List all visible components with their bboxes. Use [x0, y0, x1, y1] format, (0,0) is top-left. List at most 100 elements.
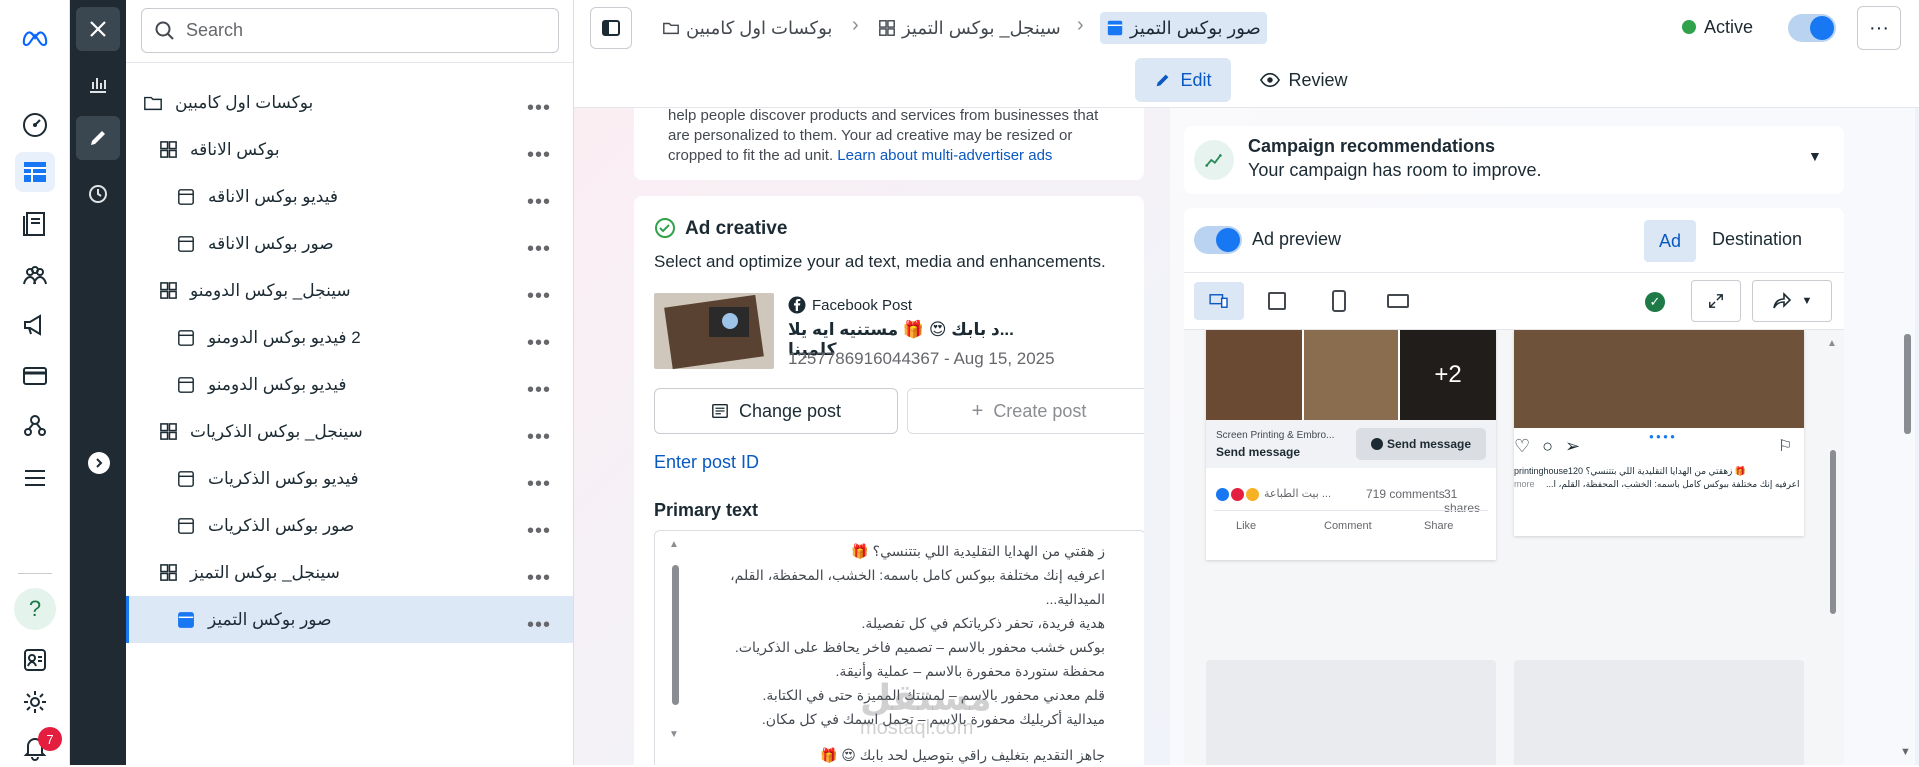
mobile-story-icon[interactable] [1332, 290, 1346, 312]
share-preview-button[interactable]: ▼ [1752, 280, 1832, 322]
adset-grid-icon [879, 20, 895, 36]
ad-preview-toggle[interactable] [1194, 226, 1242, 254]
chevron-down-icon[interactable]: ▼ [1808, 148, 1822, 164]
recommendations-title: Campaign recommendations [1248, 136, 1496, 156]
tree-item-ad[interactable]: صور بوكس التميز ••• [126, 596, 573, 643]
section-complete-check-icon [655, 218, 675, 238]
create-post-button[interactable]: + Create post [907, 388, 1144, 434]
all-placements-icon[interactable] [1194, 282, 1244, 320]
landscape-icon[interactable] [1387, 294, 1409, 308]
campaign-recommendations-card[interactable]: Campaign recommendations Your campaign h… [1184, 126, 1844, 194]
ads-manager-table-icon[interactable] [15, 152, 55, 192]
status-label: Active [1704, 17, 1754, 37]
enter-post-id-link[interactable]: Enter post ID [654, 452, 759, 473]
catalog-icon[interactable] [15, 204, 55, 244]
more-options-icon[interactable]: ••• [527, 191, 551, 214]
ig-actions[interactable]: ♡ ○ ➢ [1514, 436, 1580, 457]
ad-creative-title: Ad creative [685, 218, 788, 239]
breadcrumb-chevron-icon: › [1077, 14, 1084, 36]
business-settings-icon[interactable] [15, 406, 55, 446]
ad-creative-card: Ad creative Select and optimize your ad … [634, 196, 1144, 765]
placements-text: help people discover products and servic… [668, 108, 1099, 164]
multi-advertiser-link[interactable]: Learn about multi-advertiser ads [837, 147, 1052, 164]
breadcrumb-adset[interactable]: سينجل_ بوكس التميز [872, 12, 1067, 44]
more-options-icon[interactable]: ••• [527, 379, 551, 402]
folder-icon [141, 91, 165, 115]
tree-item-adset[interactable]: سينجل_ بوكس التميز ••• [126, 549, 573, 596]
tree-item-label: فيديو بوكس الذكريات [208, 468, 359, 488]
more-options-icon[interactable]: ••• [527, 520, 551, 543]
more-options-button[interactable]: ··· [1857, 6, 1901, 50]
fb-like-button[interactable]: Like [1236, 520, 1256, 532]
dashboard-icon[interactable] [15, 105, 55, 145]
send-icon[interactable]: ➢ [1565, 436, 1580, 457]
bookmark-icon[interactable]: ⚐ [1778, 436, 1792, 456]
settings-gear-icon[interactable] [15, 682, 55, 722]
post-thumbnail [654, 293, 774, 369]
more-options-icon[interactable]: ••• [527, 614, 551, 637]
main-scrollbar[interactable]: ▲ ▼ [1900, 108, 1914, 764]
ig-more-link[interactable]: more [1514, 479, 1535, 489]
menu-icon[interactable] [15, 458, 55, 498]
audiences-icon[interactable] [15, 256, 55, 296]
tree-item-adset[interactable]: بوكس الاناقه ••• [126, 126, 573, 173]
meta-logo-icon[interactable] [15, 18, 55, 58]
campaign-megaphone-icon[interactable] [15, 305, 55, 345]
tree-item-adset[interactable]: سينجل_ بوكس الدومنو ••• [126, 267, 573, 314]
tree-item-label: بوكسات اول كامبين [175, 92, 314, 112]
account-quality-icon[interactable] [15, 640, 55, 680]
ad-icon [174, 373, 198, 397]
preview-tab-destination[interactable]: Destination [1712, 229, 1802, 250]
expand-preview-button[interactable] [1691, 280, 1741, 322]
tree-item-ad[interactable]: فيديو بوكس الاناقه ••• [126, 173, 573, 220]
more-options-icon[interactable]: ••• [527, 332, 551, 355]
breadcrumb-ad[interactable]: صور بوكس التميز [1100, 12, 1267, 44]
comment-bubble-icon[interactable]: ○ [1542, 436, 1553, 457]
ad-status-toggle[interactable] [1788, 14, 1836, 42]
tree-divider [126, 62, 573, 63]
edit-pencil-icon[interactable] [76, 116, 120, 160]
tab-edit[interactable]: Edit [1135, 58, 1231, 102]
adset-grid-icon [156, 561, 180, 585]
search-input[interactable]: Search [141, 8, 559, 53]
performance-chart-icon[interactable] [76, 62, 120, 106]
toggle-sidebar-button[interactable] [590, 7, 632, 49]
more-options-icon[interactable]: ••• [527, 144, 551, 167]
tree-item-label: 2 فيديو بوكس الدومنو [208, 327, 361, 347]
expand-icon [1709, 294, 1723, 308]
change-post-button[interactable]: Change post [654, 388, 898, 434]
tree-item-campaign[interactable]: بوكسات اول كامبين ••• [126, 79, 573, 126]
billing-card-icon[interactable] [15, 356, 55, 396]
history-clock-icon[interactable] [76, 172, 120, 216]
close-editor-button[interactable] [76, 7, 120, 51]
tree-item-ad[interactable]: فيديو بوكس الذكريات ••• [126, 455, 573, 502]
tree-item-label: صور بوكس التميز [208, 609, 332, 629]
tree-item-ad[interactable]: 2 فيديو بوكس الدومنو ••• [126, 314, 573, 361]
fb-send-message-button[interactable]: Send message [1356, 428, 1486, 460]
more-images-count: +2 [1400, 330, 1496, 420]
rail-divider [18, 573, 52, 574]
more-options-icon[interactable]: ••• [527, 285, 551, 308]
preview-tab-ad[interactable]: Ad [1644, 220, 1696, 262]
primary-text-area[interactable]: ▲ ▼ ز هقتي من الهدايا التقليدية اللي بتت… [654, 530, 1144, 765]
more-options-icon[interactable]: ••• [527, 426, 551, 449]
fb-share-button[interactable]: Share [1424, 520, 1453, 532]
feed-square-icon[interactable] [1268, 292, 1286, 310]
fb-comment-button[interactable]: Comment [1324, 520, 1372, 532]
post-icon [712, 403, 728, 419]
preview-scrollbar[interactable]: ▲ [1827, 338, 1839, 758]
help-icon[interactable]: ? [14, 588, 56, 630]
breadcrumb-campaign[interactable]: بوكسات اول كامبين [656, 12, 838, 44]
tree-item-ad[interactable]: فيديو بوكس الدومنو ••• [126, 361, 573, 408]
more-options-icon[interactable]: ••• [527, 238, 551, 261]
more-options-icon[interactable]: ••• [527, 473, 551, 496]
tab-review[interactable]: Review [1250, 58, 1358, 102]
heart-icon[interactable]: ♡ [1514, 436, 1530, 457]
tree-item-adset[interactable]: سينجل_ بوكس الذكريات ••• [126, 408, 573, 455]
more-options-icon[interactable]: ••• [527, 97, 551, 120]
textarea-scrollbar[interactable]: ▲ ▼ [669, 539, 681, 754]
expand-panel-icon[interactable] [88, 452, 110, 474]
more-options-icon[interactable]: ••• [527, 567, 551, 590]
tree-item-ad[interactable]: صور بوكس الاناقه ••• [126, 220, 573, 267]
tree-item-ad[interactable]: صور بوكس الذكريات ••• [126, 502, 573, 549]
